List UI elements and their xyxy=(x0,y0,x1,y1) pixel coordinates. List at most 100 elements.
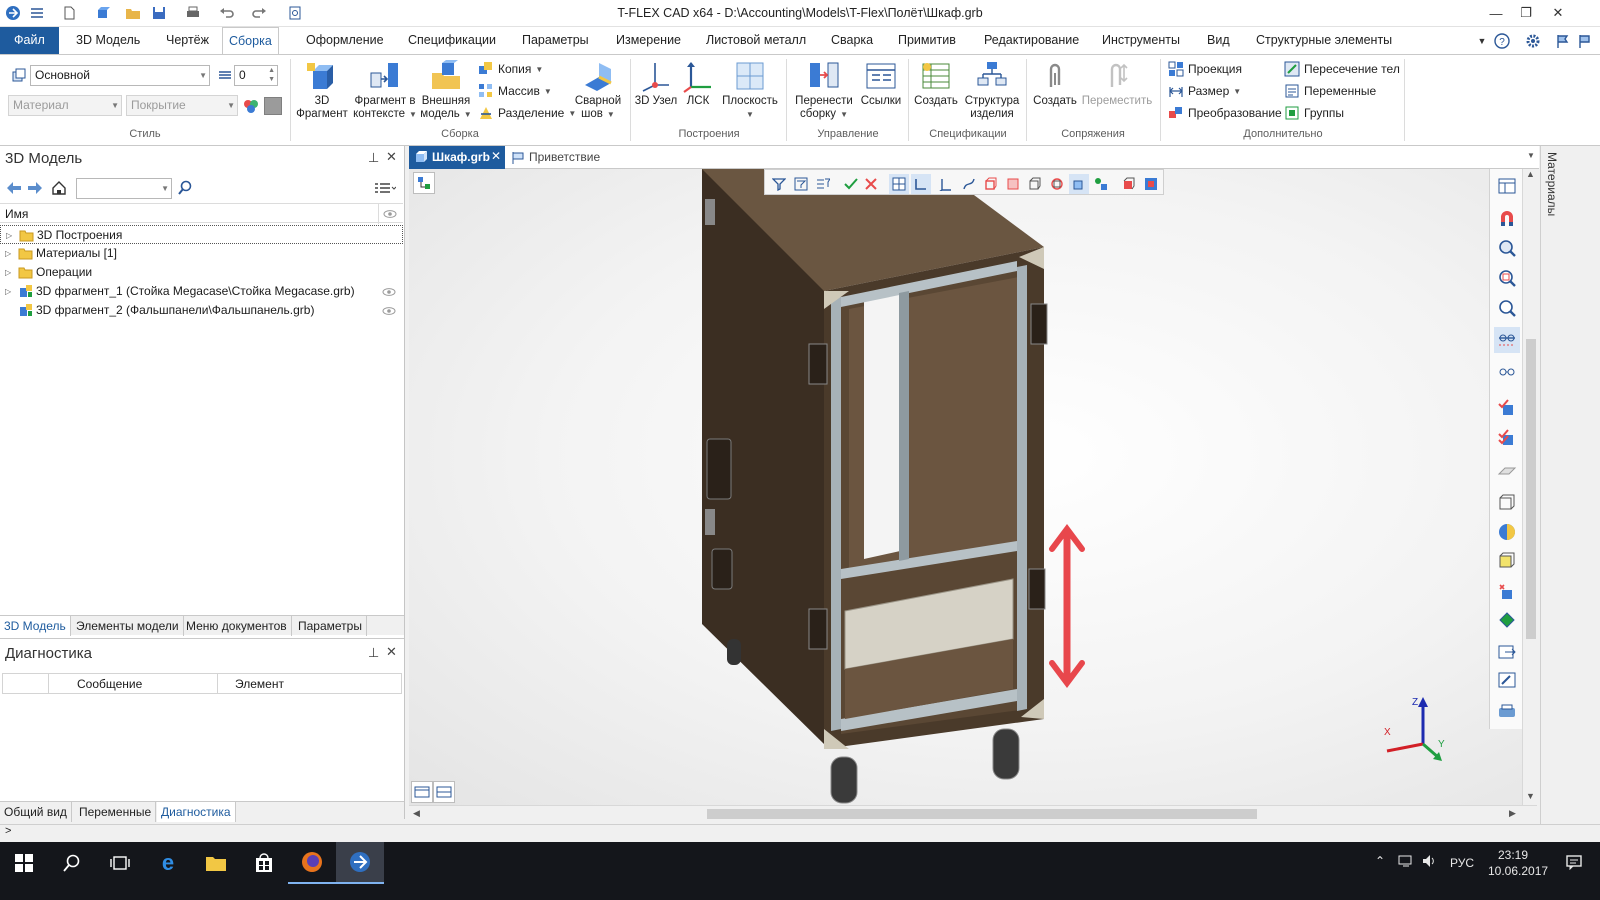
expand-icon[interactable]: ▷ xyxy=(5,244,11,263)
materials-side-tab[interactable]: Материалы xyxy=(1540,146,1568,826)
filter-select-icon[interactable] xyxy=(791,174,811,194)
zoom-scale-icon[interactable] xyxy=(1494,295,1520,321)
doc-tab[interactable]: Приветствие xyxy=(509,146,669,169)
tab-diagnostics[interactable]: Диагностика xyxy=(157,802,236,822)
filter-list-icon[interactable] xyxy=(813,174,833,194)
weld-seam-button[interactable]: Сварной шов ▼ xyxy=(568,59,628,121)
tab-editing[interactable]: Редактирование xyxy=(978,27,1085,54)
tree-item[interactable]: 3D фрагмент_2 (Фальшпанели\Фальшпанель.g… xyxy=(0,301,403,320)
zoom-fit-icon[interactable] xyxy=(1494,265,1520,291)
tab-sheet-metal[interactable]: Листовой металл xyxy=(700,27,812,54)
select-settings-icon[interactable] xyxy=(1141,174,1161,194)
select-primitives-icon[interactable] xyxy=(1091,174,1111,194)
settings-gear-icon[interactable] xyxy=(1523,31,1543,51)
split-button[interactable]: Разделение ▼ xyxy=(478,103,576,123)
show-solids-icon[interactable] xyxy=(1494,395,1520,421)
vertical-scrollbar[interactable]: ▲ ▼ xyxy=(1522,169,1538,805)
snap-magnet-icon[interactable] xyxy=(1494,205,1520,231)
pin-icon[interactable]: ⊥ xyxy=(368,645,379,661)
color-swatch[interactable] xyxy=(264,97,282,115)
select-path-icon[interactable] xyxy=(959,174,979,194)
tab-tools[interactable]: Инструменты xyxy=(1096,27,1186,54)
select-fragment-icon[interactable] xyxy=(1069,174,1089,194)
spec-create-button[interactable]: Создать xyxy=(910,59,962,108)
tab-design[interactable]: Оформление xyxy=(300,27,390,54)
close-panel-icon[interactable]: ✕ xyxy=(386,644,397,660)
visibility-eye-icon[interactable] xyxy=(382,307,396,315)
hide-lines-icon[interactable] xyxy=(1494,327,1520,353)
mate-move-button[interactable]: Переместить xyxy=(1080,59,1154,108)
forward-arrow-icon[interactable] xyxy=(27,181,43,198)
show-all-solids-icon[interactable] xyxy=(1494,425,1520,451)
copy-button[interactable]: Копия ▼ xyxy=(478,59,543,79)
drag-handle-arrow-icon[interactable] xyxy=(1049,524,1085,688)
projection-button[interactable]: Проекция xyxy=(1168,59,1242,79)
material-select[interactable]: Материал ▼ xyxy=(8,95,122,116)
select-faces-icon[interactable] xyxy=(889,174,909,194)
horizontal-scroll-thumb[interactable] xyxy=(707,809,1257,819)
single-view-icon[interactable] xyxy=(411,781,433,803)
tab-parameters[interactable]: Параметры xyxy=(516,27,595,54)
scroll-left-icon[interactable]: ◀ xyxy=(413,808,420,819)
list-options-icon[interactable] xyxy=(374,182,397,197)
node-3d-button[interactable]: 3D Узел xyxy=(634,59,678,108)
lcs-button[interactable]: ЛСК xyxy=(678,59,718,108)
tree-item[interactable]: ▷ Материалы [1] xyxy=(0,244,403,263)
fragment-in-context-button[interactable]: Фрагмент в контексте ▼ xyxy=(350,59,420,121)
select-all-check-icon[interactable] xyxy=(841,174,861,194)
body-intersection-button[interactable]: Пересечение тел xyxy=(1284,59,1400,79)
split-view-icon[interactable] xyxy=(433,781,455,803)
scroll-right-icon[interactable]: ▶ xyxy=(1509,808,1516,819)
select-solid-icon[interactable] xyxy=(1003,174,1023,194)
close-window-button[interactable]: ✕ xyxy=(1544,2,1572,24)
tab-3d-model[interactable]: 3D Модель xyxy=(70,27,146,54)
external-model-button[interactable]: Внешняя модель ▼ xyxy=(418,59,474,121)
green-body-icon[interactable] xyxy=(1494,607,1520,633)
language-indicator[interactable]: РУС xyxy=(1450,856,1474,870)
home-icon[interactable] xyxy=(51,180,67,199)
scroll-up-icon[interactable]: ▲ xyxy=(1526,169,1535,179)
vertical-scroll-thumb[interactable] xyxy=(1526,339,1536,639)
tab-drawing[interactable]: Чертёж xyxy=(160,27,215,54)
tree-item[interactable]: ▷ 3D Построения xyxy=(0,225,403,244)
select-edges-icon[interactable] xyxy=(911,174,931,194)
section-plane-icon[interactable] xyxy=(1494,457,1520,483)
volume-icon[interactable] xyxy=(1422,854,1438,871)
search-taskbar-icon[interactable] xyxy=(48,842,96,884)
shaded-box-icon[interactable] xyxy=(1494,547,1520,573)
move-to-assembly-button[interactable]: Перенести сборку ▼ xyxy=(790,59,858,121)
close-tab-icon[interactable]: ✕ xyxy=(491,149,501,163)
select-body-icon[interactable] xyxy=(981,174,1001,194)
select-hidden-icon[interactable] xyxy=(1119,174,1139,194)
expand-icon[interactable]: ▷ xyxy=(5,282,11,301)
3d-printer-icon[interactable] xyxy=(1494,699,1520,725)
tab-welding[interactable]: Сварка xyxy=(825,27,879,54)
firefox-icon[interactable] xyxy=(288,842,336,884)
horizontal-scrollbar[interactable]: ◀ ▶ xyxy=(409,805,1537,821)
pin-icon[interactable]: ⊥ xyxy=(368,150,379,166)
links-button[interactable]: Ссылки xyxy=(856,59,906,108)
tab-measure[interactable]: Измерение xyxy=(610,27,687,54)
fragment-3d-button[interactable]: 3D Фрагмент xyxy=(292,59,352,121)
dimension-button[interactable]: Размер ▼ xyxy=(1168,81,1241,101)
store-icon[interactable] xyxy=(240,842,288,884)
mate-create-button[interactable]: Создать xyxy=(1028,59,1082,108)
color-palette-icon[interactable] xyxy=(242,97,260,118)
clear-selection-icon[interactable] xyxy=(861,174,881,194)
close-panel-icon[interactable]: ✕ xyxy=(386,149,397,165)
help-icon[interactable]: ? xyxy=(1492,31,1512,51)
tab-structural-elements[interactable]: Структурные элементы xyxy=(1250,27,1398,54)
file-explorer-icon[interactable] xyxy=(192,842,240,884)
coating-select[interactable]: Покрытие ▼ xyxy=(126,95,238,116)
tab-documents-menu[interactable]: Меню документов xyxy=(182,616,292,636)
wireframe-box-icon[interactable] xyxy=(1494,489,1520,515)
tab-3d-model-panel[interactable]: 3D Модель xyxy=(0,616,71,636)
restore-button[interactable]: ❐ xyxy=(1512,2,1540,24)
model-search-input[interactable]: ▼ xyxy=(76,178,172,199)
groups-button[interactable]: Группы xyxy=(1284,103,1344,123)
model-tree-toggle-icon[interactable] xyxy=(413,172,435,194)
notifications-icon[interactable] xyxy=(1566,854,1582,873)
clock-time[interactable]: 23:19 xyxy=(1498,848,1528,862)
glasses-icon[interactable] xyxy=(1494,359,1520,385)
product-structure-button[interactable]: Структура изделия xyxy=(960,59,1024,121)
